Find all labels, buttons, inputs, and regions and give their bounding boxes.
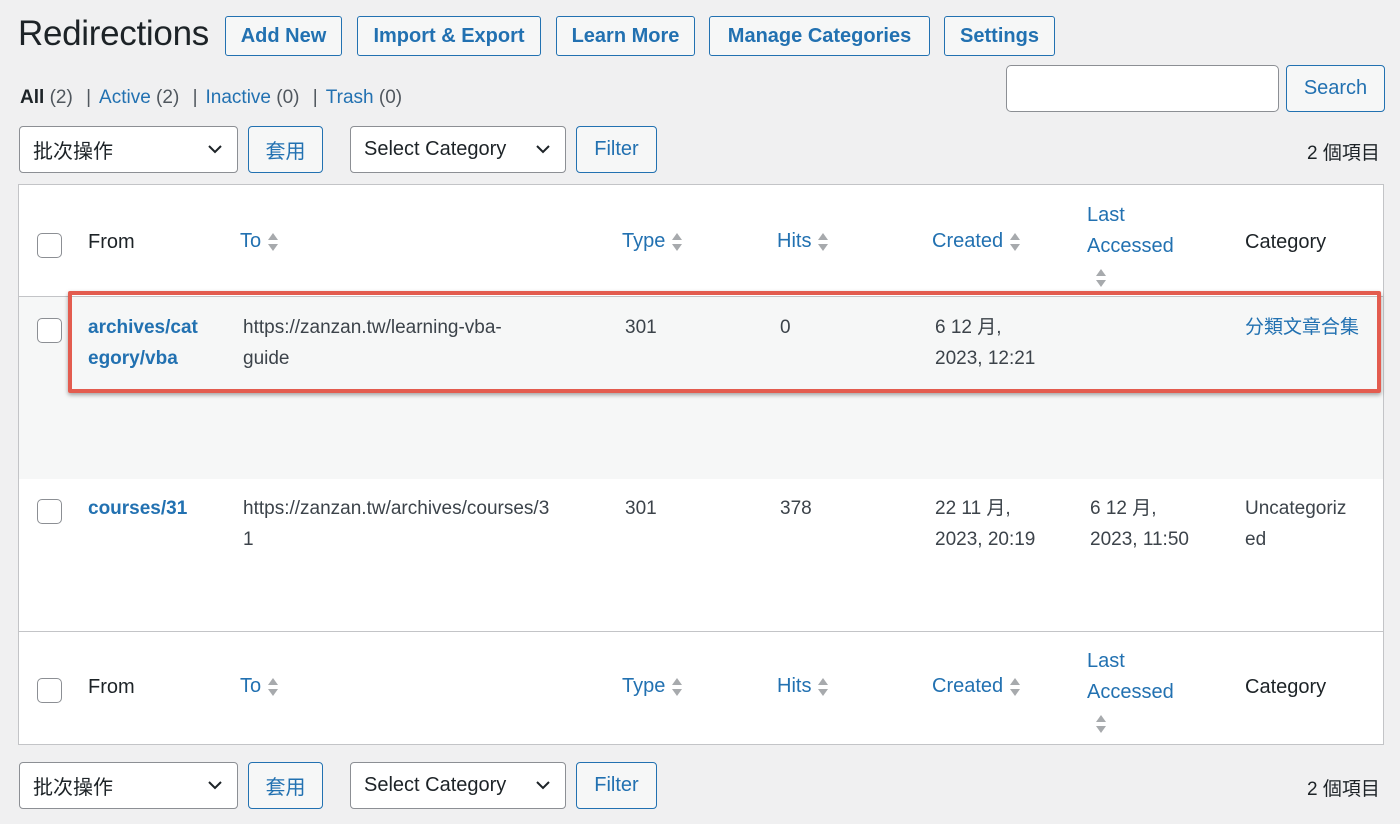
row-from-line1: courses/31 bbox=[88, 498, 188, 519]
page-title: Redirections bbox=[18, 14, 209, 53]
column-created[interactable]: Created bbox=[932, 230, 1021, 253]
row-created: 22 11 月, 2023, 20:19 bbox=[935, 493, 1035, 555]
filter-inactive-count: (0) bbox=[276, 87, 300, 108]
separator: | bbox=[312, 87, 318, 108]
column-type[interactable]: Type bbox=[622, 230, 683, 253]
row-last-accessed: 6 12 月, 2023, 11:50 bbox=[1090, 493, 1189, 555]
manage-categories-button[interactable]: Manage Categories bbox=[709, 16, 930, 56]
row-hits: 378 bbox=[780, 498, 812, 519]
sort-icon bbox=[1010, 677, 1021, 696]
column-type[interactable]: Type bbox=[622, 675, 683, 698]
apply-button[interactable]: 套用 bbox=[248, 126, 323, 173]
sort-icon bbox=[1096, 714, 1106, 733]
column-created[interactable]: Created bbox=[932, 675, 1021, 698]
filter-all-count: (2) bbox=[49, 87, 73, 108]
row-category-line1: Uncategoriz bbox=[1245, 498, 1347, 519]
column-last-accessed-line2: Accessed bbox=[1087, 681, 1174, 703]
column-hits-label: Hits bbox=[777, 230, 812, 252]
row-to-line2: 1 bbox=[243, 529, 254, 550]
filter-button[interactable]: Filter bbox=[576, 126, 657, 173]
separator: | bbox=[86, 87, 92, 108]
settings-button[interactable]: Settings bbox=[944, 16, 1055, 56]
sort-icon bbox=[1096, 268, 1106, 287]
sort-icon bbox=[672, 232, 683, 251]
row-checkbox[interactable] bbox=[37, 499, 62, 524]
category-select-value: Select Category bbox=[364, 138, 507, 160]
chevron-down-icon bbox=[536, 781, 550, 790]
column-from: From bbox=[88, 676, 135, 698]
column-from: From bbox=[88, 231, 135, 253]
search-button[interactable]: Search bbox=[1286, 65, 1385, 112]
bulk-action-select-bottom[interactable]: 批次操作 bbox=[19, 762, 238, 809]
sort-icon bbox=[268, 232, 279, 251]
category-select[interactable]: Select Category bbox=[350, 126, 566, 173]
filter-inactive[interactable]: Inactive bbox=[206, 87, 271, 108]
sort-icon bbox=[1010, 232, 1021, 251]
row-created-line2: 2023, 20:19 bbox=[935, 529, 1036, 550]
sort-icon bbox=[818, 232, 829, 251]
column-category: Category bbox=[1245, 676, 1327, 698]
column-last-accessed-line1: Last bbox=[1087, 204, 1125, 226]
column-last-accessed[interactable]: Last Accessed bbox=[1087, 646, 1174, 739]
filter-trash-count: (0) bbox=[378, 87, 403, 108]
column-hits[interactable]: Hits bbox=[777, 675, 829, 698]
select-all-checkbox[interactable] bbox=[37, 233, 62, 258]
separator: | bbox=[192, 87, 198, 108]
row-checkbox[interactable] bbox=[37, 318, 62, 343]
column-created-label: Created bbox=[932, 230, 1004, 252]
row-last-line1: 6 12 月, bbox=[1090, 498, 1157, 519]
row-from-link[interactable]: courses/31 bbox=[88, 493, 187, 524]
column-last-accessed-line1: Last bbox=[1087, 650, 1125, 672]
filter-all[interactable]: All bbox=[20, 87, 44, 108]
redirections-table: From To Type Hits Created Last Accessed … bbox=[18, 184, 1384, 745]
row-type: 301 bbox=[625, 498, 657, 519]
sort-icon bbox=[818, 677, 829, 696]
column-type-label: Type bbox=[622, 230, 666, 252]
bulk-action-select[interactable]: 批次操作 bbox=[19, 126, 238, 173]
highlight-box bbox=[68, 291, 1381, 393]
filter-active-count: (2) bbox=[156, 87, 180, 108]
bulk-action-value: 批次操作 bbox=[33, 777, 113, 799]
items-count-bottom: 2 個項目 bbox=[1307, 779, 1380, 800]
column-last-accessed-line2: Accessed bbox=[1087, 235, 1174, 257]
row-to-line1: https://zanzan.tw/archives/courses/3 bbox=[243, 498, 550, 519]
sort-icon bbox=[672, 677, 683, 696]
divider bbox=[19, 631, 1383, 632]
search-input[interactable] bbox=[1006, 65, 1279, 112]
filter-button-bottom[interactable]: Filter bbox=[576, 762, 657, 809]
column-hits[interactable]: Hits bbox=[777, 230, 829, 253]
add-new-button[interactable]: Add New bbox=[225, 16, 342, 56]
bulk-action-value: 批次操作 bbox=[33, 141, 113, 163]
category-select-bottom[interactable]: Select Category bbox=[350, 762, 566, 809]
column-category: Category bbox=[1245, 231, 1327, 253]
row-category-line2: ed bbox=[1245, 529, 1267, 550]
chevron-down-icon bbox=[208, 781, 222, 790]
row-to: https://zanzan.tw/archives/courses/3 1 bbox=[243, 493, 549, 555]
row-created-line1: 22 11 月, bbox=[935, 498, 1011, 519]
column-to-label: To bbox=[240, 675, 262, 697]
chevron-down-icon bbox=[208, 145, 222, 154]
column-created-label: Created bbox=[932, 675, 1004, 697]
status-filter-links: All (2) | Active (2) | Inactive (0) | Trash… bbox=[20, 87, 402, 109]
chevron-down-icon bbox=[536, 145, 550, 154]
column-to-label: To bbox=[240, 230, 262, 252]
sort-icon bbox=[268, 677, 279, 696]
items-count: 2 個項目 bbox=[1307, 143, 1380, 164]
column-hits-label: Hits bbox=[777, 675, 812, 697]
column-type-label: Type bbox=[622, 675, 666, 697]
column-to[interactable]: To bbox=[240, 230, 279, 253]
filter-trash[interactable]: Trash bbox=[326, 87, 374, 108]
apply-button-bottom[interactable]: 套用 bbox=[248, 762, 323, 809]
row-last-line2: 2023, 11:50 bbox=[1090, 529, 1189, 550]
column-to[interactable]: To bbox=[240, 675, 279, 698]
category-select-value: Select Category bbox=[364, 774, 507, 796]
column-last-accessed[interactable]: Last Accessed bbox=[1087, 200, 1174, 293]
filter-active[interactable]: Active bbox=[99, 87, 151, 108]
learn-more-button[interactable]: Learn More bbox=[556, 16, 695, 56]
row-category: Uncategoriz ed bbox=[1245, 493, 1346, 555]
import-export-button[interactable]: Import & Export bbox=[357, 16, 541, 56]
select-all-checkbox-footer[interactable] bbox=[37, 678, 62, 703]
